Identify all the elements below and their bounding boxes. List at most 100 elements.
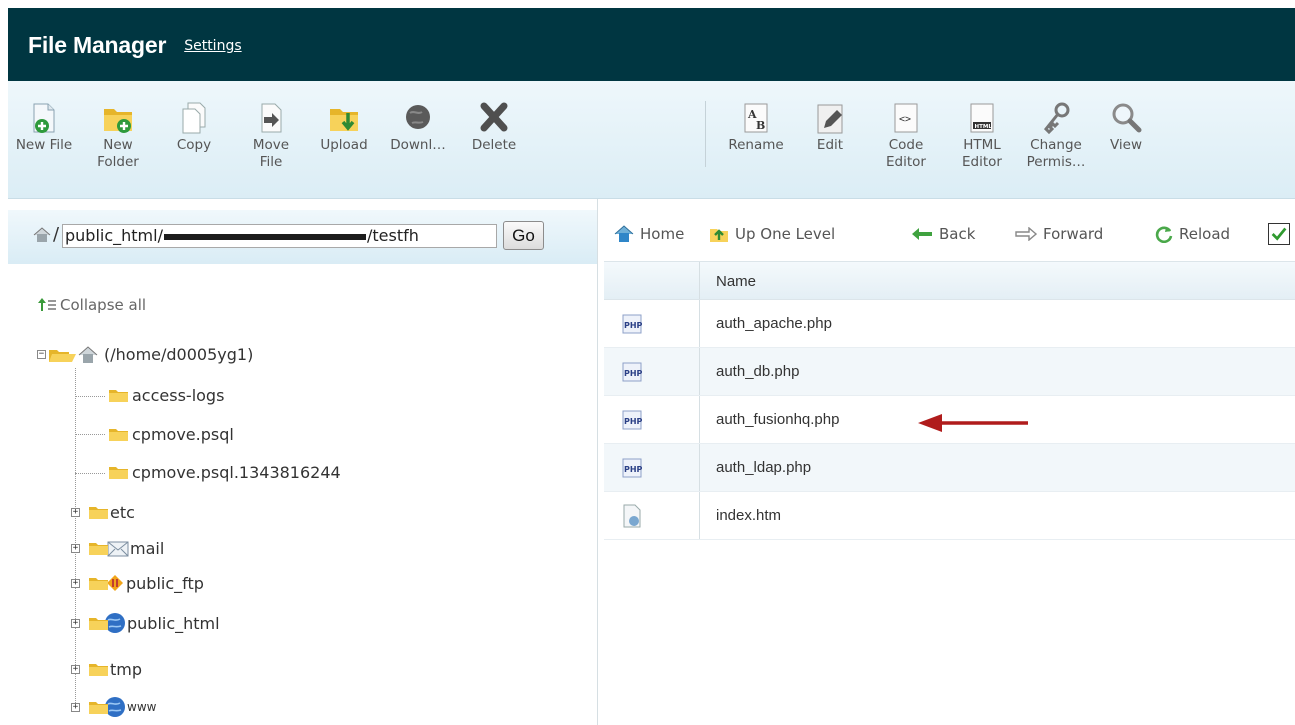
expand-toggle[interactable]: + [71,578,80,588]
settings-link[interactable]: Settings [184,38,241,54]
tree-item-cpmove-psql-backup[interactable]: cpmove.psql.1343816244 [108,463,341,482]
change-permissions-button[interactable]: Change Permis… [1020,101,1092,171]
name-column-header[interactable]: Name [700,262,756,299]
download-button[interactable]: Downl… [382,101,454,154]
php-file-icon: PHP [622,362,642,381]
upload-icon [330,109,358,131]
tree-item-etc[interactable]: + etc [71,503,135,522]
folder-icon [109,467,128,479]
select-all-checkbox[interactable] [1268,223,1290,245]
tree-item-tmp[interactable]: + tmp [71,660,142,679]
back-arrow-icon [912,228,932,240]
table-row[interactable]: index.htm [604,492,1295,540]
edit-button[interactable]: Edit [794,101,866,154]
rename-icon: A B [744,103,768,133]
redacted-path-segment [163,233,366,240]
code-editor-icon: <> [894,103,918,133]
rename-button[interactable]: A B Rename [720,101,792,154]
tree-guide [75,368,76,703]
svg-text:PHP: PHP [624,417,642,426]
copy-button[interactable]: Copy [158,101,230,154]
reload-icon [1155,226,1173,243]
file-table: Name PHP auth_apache.php PHP auth_db.php… [604,261,1295,540]
delete-icon [480,102,508,132]
open-folder-icon [49,349,76,362]
toolbar-separator [705,101,706,167]
reload-button[interactable]: Reload [1155,225,1230,243]
svg-text:B: B [756,119,765,132]
icon-column-header [604,262,700,299]
new-file-button[interactable]: New File [8,101,80,154]
tree-guide [75,473,105,474]
folder-icon [89,617,108,630]
toolbar: New File New Folder Copy Move File Uploa… [8,81,1295,199]
app-header: File Manager Settings [8,8,1295,81]
expand-toggle[interactable]: + [71,665,80,674]
expand-toggle[interactable]: + [71,702,80,712]
svg-text:PHP: PHP [624,465,642,474]
svg-text:HTML: HTML [975,124,993,130]
folder-icon [109,429,128,441]
app-title: File Manager [28,32,167,58]
path-separator: / [53,224,60,245]
magnifier-icon [1112,103,1142,133]
svg-text:PHP: PHP [624,321,642,330]
path-bar: / public_html//testfh Go [8,210,597,264]
tree-item-www[interactable]: + www [71,696,156,718]
folder-icon [89,507,108,519]
tree-guide [75,396,105,397]
html-file-icon [623,504,641,527]
html-editor-icon: HTML [970,103,994,133]
tree-item-public-html[interactable]: + public_html [71,612,220,634]
php-file-icon: PHP [622,314,642,333]
copy-icon [182,102,206,134]
tree-guide [75,434,105,435]
table-row[interactable]: PHP auth_apache.php [604,300,1295,348]
forward-arrow-icon [1015,227,1037,241]
collapse-all-link[interactable]: Collapse all [37,296,146,314]
collapse-toggle[interactable]: − [37,350,46,359]
annotation-arrow [918,414,1028,432]
html-editor-button[interactable]: HTML HTML Editor [946,101,1018,171]
table-row[interactable]: PHP auth_db.php [604,348,1295,396]
back-button[interactable]: Back [911,225,975,243]
tree-item-public-ftp[interactable]: + public_ftp [71,573,204,593]
collapse-icon [38,298,56,311]
upload-button[interactable]: Upload [308,101,380,154]
code-editor-button[interactable]: <> Code Editor [870,101,942,171]
forward-button[interactable]: Forward [1015,225,1103,243]
home-icon[interactable] [33,226,51,244]
svg-text:<>: <> [899,114,911,125]
expand-toggle[interactable]: + [71,543,80,553]
expand-toggle[interactable]: + [71,508,80,517]
folder-icon [109,390,128,402]
delete-button[interactable]: Delete [458,101,530,154]
table-row[interactable]: PHP auth_ldap.php [604,444,1295,492]
home-icon [78,345,98,363]
folder-icon [89,577,108,590]
envelope-icon [107,541,129,557]
tree-root[interactable]: − (/home/d0005yg1) [37,345,253,364]
globe-icon [406,105,430,129]
folder-icon [89,664,108,676]
view-button[interactable]: View [1090,101,1162,154]
new-folder-icon [104,109,132,133]
pencil-icon [817,104,843,134]
php-file-icon: PHP [622,410,642,429]
home-nav-button[interactable]: Home [614,225,684,243]
nav-bar: Home Up One Level Back Forward Reload [598,210,1295,260]
tree-item-access-logs[interactable]: access-logs [108,386,224,405]
php-file-icon: PHP [622,458,642,477]
home-icon [614,225,634,242]
tree-item-mail[interactable]: + mail [71,538,164,558]
table-header: Name [604,262,1295,300]
folder-icon [89,542,108,555]
tree-item-cpmove-psql[interactable]: cpmove.psql [108,425,234,444]
new-folder-button[interactable]: New Folder [82,101,154,171]
go-button[interactable]: Go [503,221,544,250]
svg-text:PHP: PHP [624,369,642,378]
up-one-level-button[interactable]: Up One Level [709,225,835,243]
move-file-button[interactable]: Move File [235,101,307,171]
expand-toggle[interactable]: + [71,618,80,628]
path-input[interactable]: public_html//testfh [62,224,497,248]
